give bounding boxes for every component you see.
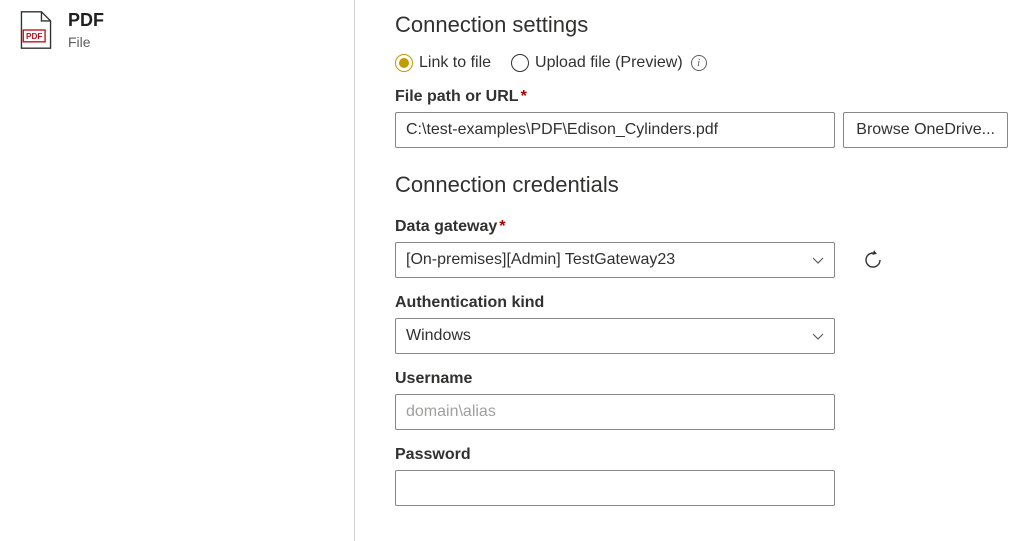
- password-label: Password: [395, 446, 1008, 464]
- radio-label: Link to file: [419, 54, 491, 72]
- svg-text:PDF: PDF: [26, 32, 42, 41]
- connection-credentials-heading: Connection credentials: [395, 172, 1008, 198]
- connector-subtitle: File: [68, 34, 104, 50]
- authentication-kind-label: Authentication kind: [395, 294, 1008, 312]
- radio-unselected-icon: [511, 54, 529, 72]
- upload-file-radio[interactable]: Upload file (Preview) i: [511, 54, 707, 72]
- main-panel: Connection settings Link to file Upload …: [355, 0, 1036, 541]
- connection-settings-heading: Connection settings: [395, 12, 1008, 38]
- link-to-file-radio[interactable]: Link to file: [395, 54, 491, 72]
- chevron-down-icon: [811, 329, 825, 343]
- authentication-kind-select[interactable]: Windows: [395, 318, 835, 354]
- file-path-label: File path or URL*: [395, 88, 1008, 106]
- radio-label: Upload file (Preview): [535, 54, 683, 72]
- file-path-input[interactable]: [395, 112, 835, 148]
- connector-header: PDF PDF File: [18, 10, 336, 50]
- sidebar: PDF PDF File: [0, 0, 355, 541]
- data-gateway-label: Data gateway*: [395, 218, 1008, 236]
- data-gateway-select[interactable]: [On-premises][Admin] TestGateway23: [395, 242, 835, 278]
- refresh-gateway-button[interactable]: [859, 246, 887, 274]
- refresh-icon: [863, 250, 883, 270]
- select-value: [On-premises][Admin] TestGateway23: [406, 251, 675, 269]
- info-icon[interactable]: i: [691, 55, 707, 71]
- username-input[interactable]: [395, 394, 835, 430]
- username-label: Username: [395, 370, 1008, 388]
- radio-selected-icon: [395, 54, 413, 72]
- browse-onedrive-button[interactable]: Browse OneDrive...: [843, 112, 1008, 148]
- connector-title: PDF: [68, 10, 104, 32]
- chevron-down-icon: [811, 253, 825, 267]
- select-value: Windows: [406, 327, 471, 345]
- pdf-file-icon: PDF: [18, 10, 54, 50]
- required-indicator: *: [499, 218, 505, 235]
- required-indicator: *: [521, 88, 527, 105]
- password-input[interactable]: [395, 470, 835, 506]
- file-source-radio-group: Link to file Upload file (Preview) i: [395, 54, 1008, 72]
